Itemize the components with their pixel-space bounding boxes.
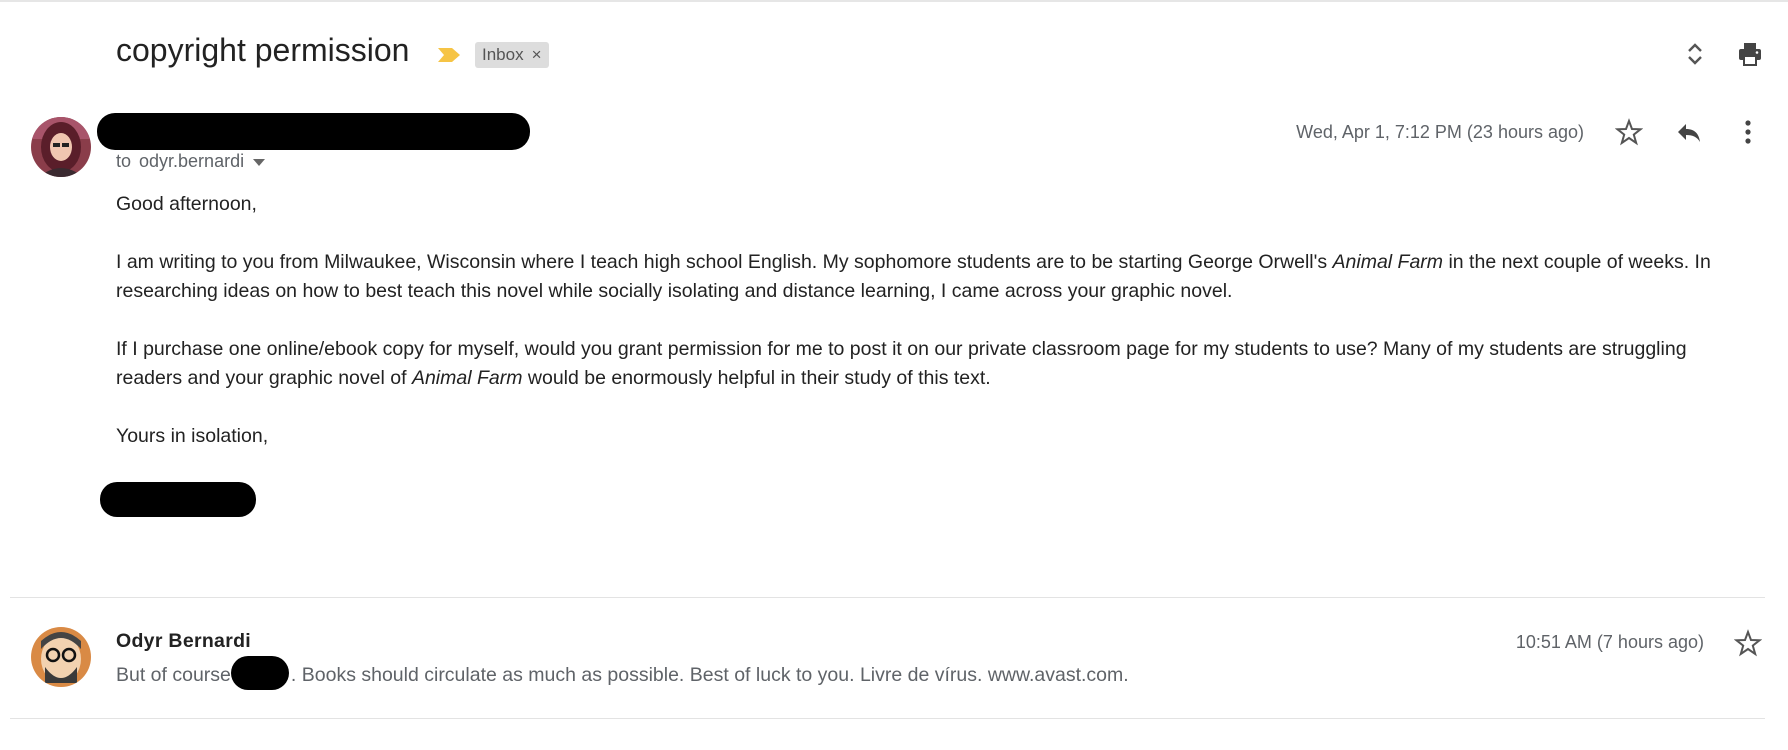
importance-marker-icon[interactable] (436, 46, 462, 64)
top-border (0, 0, 1788, 2)
snippet-text-b: . Books should circulate as much as poss… (290, 664, 1129, 687)
label-chip-text: Inbox (482, 45, 524, 64)
reply-star-icon[interactable] (1734, 629, 1762, 657)
reply-icon[interactable] (1675, 118, 1703, 146)
message-divider (10, 597, 1765, 598)
reply-sender-avatar[interactable] (31, 627, 91, 687)
to-prefix: to (116, 151, 132, 171)
reply-date: 10:51 AM (7 hours ago) (1515, 632, 1704, 652)
star-icon[interactable] (1615, 118, 1643, 146)
thread-subject: copyright permission (116, 32, 410, 68)
print-icon[interactable] (1736, 40, 1764, 68)
show-details-chevron-down-icon[interactable] (252, 157, 266, 167)
expand-collapse-icon[interactable] (1681, 40, 1709, 68)
more-options-icon[interactable] (1734, 118, 1762, 146)
recipient-line[interactable]: to odyr.bernardi (116, 151, 266, 172)
message-body: Good afternoon, I am writing to you from… (116, 190, 1736, 480)
redacted-sender-name (97, 113, 530, 150)
reply-snippet[interactable]: But of course . Books should circulate as… (116, 656, 1129, 693)
closing-line: Yours in isolation, (116, 425, 269, 447)
body-paragraph-2: If I purchase one online/ebook copy for … (116, 335, 1736, 393)
sender-avatar[interactable] (31, 117, 91, 177)
message-date: Wed, Apr 1, 7:12 PM (23 hours ago) (1296, 122, 1584, 142)
body-paragraph-1: I am writing to you from Milwaukee, Wisc… (116, 248, 1736, 306)
snippet-text-a: But of course (116, 664, 231, 687)
redacted-name-in-snippet (230, 656, 289, 690)
bottom-divider (10, 718, 1765, 719)
book-title-italic: Animal Farm (1332, 251, 1444, 273)
book-title-italic: Animal Farm (411, 367, 523, 389)
p1-text-a: I am writing to you from Milwaukee, Wisc… (116, 251, 1333, 273)
label-chip-inbox: Inbox × (475, 42, 549, 68)
reply-sender-name: Odyr Bernardi (116, 630, 252, 652)
remove-label-icon[interactable]: × (532, 45, 542, 65)
redacted-signature (100, 482, 256, 517)
greeting-line: Good afternoon, (116, 193, 257, 215)
p2-text-b: would be enormously helpful in their stu… (522, 367, 991, 389)
recipient-name: odyr.bernardi (139, 151, 245, 171)
